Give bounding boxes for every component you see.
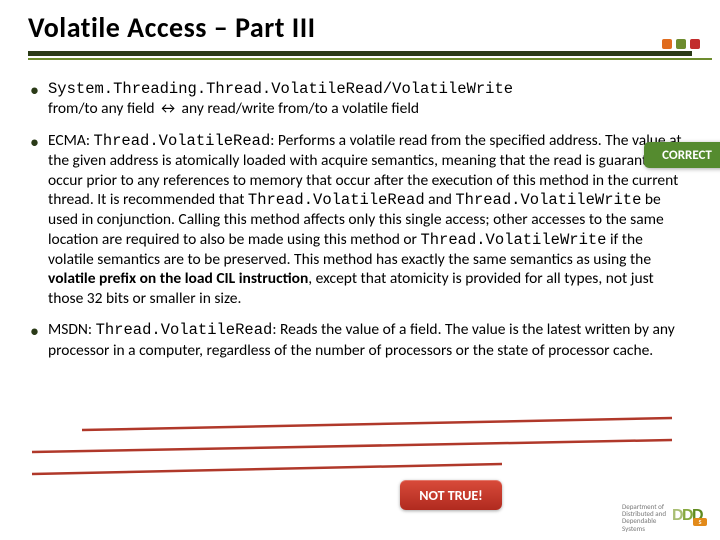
dot-green-icon	[676, 39, 686, 49]
d3s-logo-icon: D D D S	[672, 508, 708, 526]
footer-line4: Systems	[622, 525, 666, 532]
slide-title: Volatile Access – Part III	[28, 10, 692, 45]
msdn-code: Thread.VolatileRead	[96, 321, 273, 339]
ecma-and: and	[425, 190, 456, 209]
dot-red-icon	[690, 39, 700, 49]
ecma-code-1: Thread.VolatileRead	[94, 132, 271, 150]
bullet-3-msdn: MSDN: Thread.VolatileRead: Reads the val…	[28, 320, 692, 360]
dot-orange-icon	[662, 39, 672, 49]
footer-text: Department of Distributed and Dependable…	[622, 503, 666, 532]
msdn-label: MSDN:	[48, 320, 96, 339]
title-rule	[28, 51, 692, 65]
rule-line	[28, 58, 712, 60]
slide: Volatile Access – Part III System.Thread…	[0, 0, 720, 540]
ecma-code-4: Thread.VolatileWrite	[420, 231, 606, 249]
bullet-list: System.Threading.Thread.VolatileRead/Vol…	[28, 79, 692, 360]
bullet-1-code: System.Threading.Thread.VolatileRead/Vol…	[48, 80, 513, 98]
footer: Department of Distributed and Dependable…	[622, 503, 708, 532]
ecma-bold: volatile prefix on the load CIL instruct…	[48, 269, 308, 288]
bullet-2-ecma: ECMA: Thread.VolatileRead: Performs a vo…	[28, 131, 692, 308]
ecma-label: ECMA:	[48, 131, 94, 150]
logo-s: S	[693, 518, 707, 526]
ecma-code-2: Thread.VolatileRead	[248, 191, 425, 209]
bullet-1-sub: from/to any field ↔ any read/write from/…	[48, 99, 419, 118]
correct-badge: CORRECT	[644, 142, 720, 168]
rule-bar	[28, 51, 692, 56]
not-true-badge: NOT TRUE!	[400, 480, 502, 510]
ecma-code-3: Thread.VolatileWrite	[455, 191, 641, 209]
accent-dots	[662, 39, 700, 49]
bullet-1: System.Threading.Thread.VolatileRead/Vol…	[28, 79, 692, 119]
strikethrough-icon	[22, 414, 682, 494]
